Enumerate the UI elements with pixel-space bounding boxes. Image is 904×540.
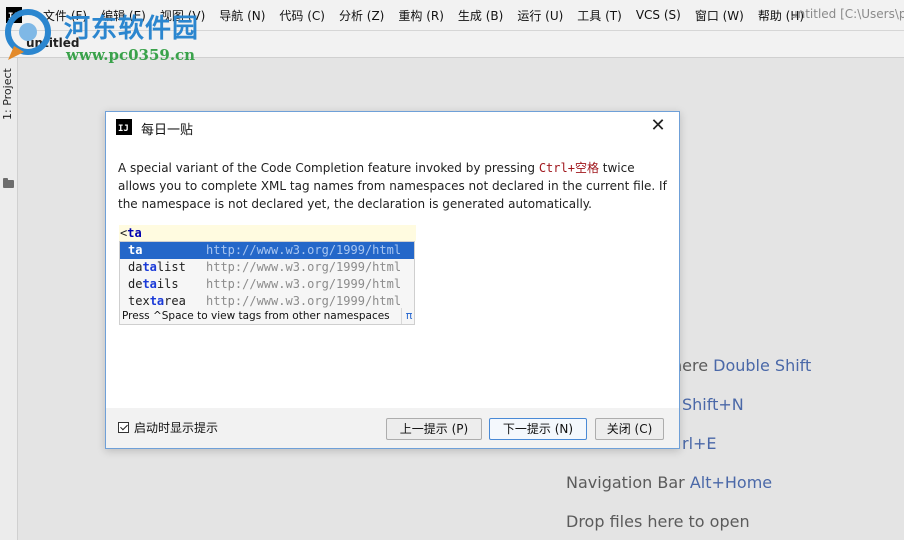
close-icon[interactable]: ✕ xyxy=(647,115,669,137)
folder-icon[interactable] xyxy=(3,178,14,188)
intellij-dialog-icon: IJ xyxy=(116,119,132,135)
watermark-logo xyxy=(5,9,51,60)
hint-search-everywhere: here Double Shift xyxy=(672,356,812,375)
tip-description: A special variant of the Code Completion… xyxy=(118,161,667,211)
next-tip-button[interactable]: 下一提示 (N) xyxy=(489,418,587,440)
close-button[interactable]: 关闭 (C) xyxy=(595,418,664,440)
hint-navigation-bar: Navigation Bar Alt+Home xyxy=(566,473,773,492)
suggestion-item: details http://www.w3.org/1999/html xyxy=(128,277,402,291)
completion-popup: ta http://www.w3.org/1999/html datalist … xyxy=(119,241,415,325)
project-tool-tab[interactable]: 1: Project xyxy=(1,68,14,120)
left-tool-strip: 1: Project xyxy=(0,58,18,540)
menu-window[interactable]: 窗口 (W) xyxy=(688,7,751,24)
suggestion-item: datalist http://www.w3.org/1999/html xyxy=(128,260,402,274)
hint-go-to-file: Shift+N xyxy=(682,395,744,414)
menu-vcs[interactable]: VCS (S) xyxy=(629,8,688,22)
watermark: 河东软件园 www.pc0359.cn xyxy=(0,0,210,70)
menu-refactor[interactable]: 重构 (R) xyxy=(391,7,451,24)
show-tips-label[interactable]: 启动时显示提示 xyxy=(134,419,218,436)
watermark-url: www.pc0359.cn xyxy=(66,46,196,64)
pi-icon: π xyxy=(401,308,416,324)
dialog-footer: 启动时显示提示 上一提示 (P) 下一提示 (N) 关闭 (C) xyxy=(106,408,679,448)
menu-build[interactable]: 生成 (B) xyxy=(451,7,510,24)
menu-run[interactable]: 运行 (U) xyxy=(510,7,570,24)
dialog-body: A special variant of the Code Completion… xyxy=(106,142,679,408)
demo-editor-line: <ta xyxy=(119,225,416,241)
completion-popup-footer: Press ^Space to view tags from other nam… xyxy=(120,308,416,324)
show-tips-checkbox[interactable] xyxy=(118,422,129,433)
dialog-title: 每日一贴 xyxy=(141,123,194,138)
hint-recent-files: rl+E xyxy=(682,434,717,453)
menu-code[interactable]: 代码 (C) xyxy=(272,7,332,24)
tip-of-the-day-dialog: IJ 每日一贴 ✕ A special variant of the Code … xyxy=(105,111,680,449)
previous-tip-button[interactable]: 上一提示 (P) xyxy=(386,418,482,440)
suggestion-item: ta http://www.w3.org/1999/html xyxy=(120,242,414,259)
window-title: untitled [C:\Users\p xyxy=(790,7,904,21)
menu-analyze[interactable]: 分析 (Z) xyxy=(332,7,391,24)
menu-tools[interactable]: 工具 (T) xyxy=(570,7,629,24)
hint-drop-files: Drop files here to open xyxy=(566,512,750,531)
completion-demo: <ta ta http://www.w3.org/1999/html datal… xyxy=(119,222,417,325)
menu-navigate[interactable]: 导航 (N) xyxy=(212,7,272,24)
watermark-name: 河东软件园 xyxy=(64,14,200,44)
show-tips-on-startup[interactable]: 启动时显示提示 xyxy=(118,419,218,436)
dialog-title-bar[interactable]: IJ 每日一贴 ✕ xyxy=(106,112,679,142)
shortcut-ctrl-space: Ctrl+空格 xyxy=(538,161,599,175)
